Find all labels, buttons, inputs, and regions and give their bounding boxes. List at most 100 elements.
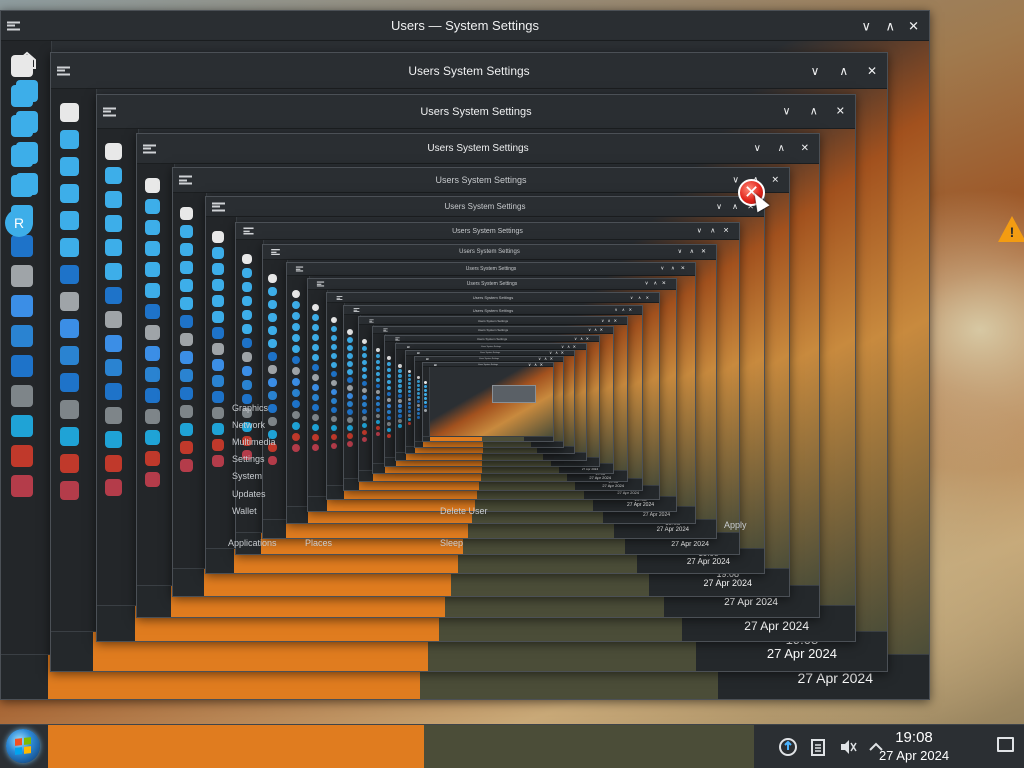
- nested-task-button: [483, 442, 531, 447]
- sidebar-icon: [312, 444, 319, 451]
- maximize-button: ∧: [621, 307, 625, 312]
- sidebar-icon: [11, 235, 33, 257]
- sidebar-icon: [145, 241, 160, 256]
- nested-clock-date: 27 Apr 2024: [589, 475, 611, 481]
- nested-window-title: Users System Settings: [427, 143, 529, 154]
- task-button[interactable]: [424, 725, 754, 768]
- sidebar-icon: [60, 346, 79, 365]
- sidebar-icon: [145, 325, 160, 340]
- nested-titlebar: Users System Settings∨∧✕: [327, 293, 659, 303]
- sidebar-icon: [417, 416, 420, 419]
- network-icon[interactable]: [778, 737, 798, 757]
- window-menu-icon[interactable]: [7, 21, 20, 30]
- sidebar-icon: [212, 263, 224, 275]
- apps-icon[interactable]: [16, 173, 38, 195]
- avatar[interactable]: R: [5, 209, 33, 237]
- sidebar-icon: [105, 335, 122, 352]
- sidebar-icon: [105, 455, 122, 472]
- window-titlebar[interactable]: Users — System Settings ∨ ∧ ✕: [1, 11, 929, 41]
- sidebar-icon: [312, 384, 319, 391]
- sidebar-icon: [242, 352, 252, 362]
- close-button: ✕: [700, 249, 706, 255]
- window-menu-icon: [336, 295, 343, 300]
- sidebar-icon: [424, 389, 427, 392]
- sidebar-icon: [105, 407, 122, 424]
- sidebar-icon: [60, 481, 79, 500]
- nested-task-button: [415, 447, 483, 453]
- maximize-button: ∧: [670, 265, 675, 272]
- minimize-button[interactable]: ∨: [861, 19, 871, 32]
- sidebar-icon: [408, 406, 411, 409]
- sidebar-icon: [180, 387, 193, 400]
- sidebar-icon: [331, 362, 337, 368]
- sidebar-icon: [424, 405, 427, 408]
- nested-clock-date: 27 Apr 2024: [797, 669, 873, 686]
- maximize-button: ∧: [544, 356, 547, 361]
- sidebar-icon: [60, 103, 79, 122]
- minimize-button: ∨: [630, 294, 633, 300]
- sidebar-icon: [145, 472, 160, 487]
- nested-sidebar-item: Settings: [232, 454, 265, 464]
- volume-muted-icon[interactable]: [838, 737, 858, 757]
- minimize-button: ∨: [782, 105, 791, 117]
- sidebar-icon: [60, 157, 79, 176]
- sidebar-icon: [105, 167, 122, 184]
- nested-titlebar: Users System Settings∨∧✕: [308, 279, 676, 290]
- sidebar-icon: [398, 389, 402, 393]
- window-menu-icon: [417, 352, 420, 354]
- sidebar-icon: [398, 374, 402, 378]
- close-button: ✕: [800, 142, 809, 154]
- accessibility-icon[interactable]: [16, 142, 38, 164]
- sidebar-icon: [387, 398, 391, 402]
- minimize-button: ∨: [549, 350, 552, 355]
- maximize-button: ∧: [777, 142, 785, 154]
- home-icon[interactable]: [16, 49, 38, 71]
- sidebar-icon: [60, 184, 79, 203]
- sidebar-icon: [60, 400, 79, 419]
- sidebar-icon: [180, 225, 193, 238]
- sidebar-icon: [362, 374, 367, 379]
- window-sidebar: [51, 89, 97, 671]
- sidebar-icon: [180, 261, 193, 274]
- sidebar-icon: [347, 401, 353, 407]
- close-button: ✕: [680, 265, 685, 272]
- sidebar-icon: [362, 346, 367, 351]
- sidebar-icon: [312, 344, 319, 351]
- users-icon[interactable]: [16, 80, 38, 102]
- sidebar-icon: [242, 380, 252, 390]
- sidebar-icon: [387, 368, 391, 372]
- clock-time[interactable]: 19:08: [864, 729, 964, 746]
- window-menu-icon: [212, 202, 225, 211]
- window-sidebar: [1, 41, 52, 699]
- sidebar-icon: [387, 386, 391, 390]
- nested-task-button: [430, 437, 483, 441]
- nested-titlebar: Users System Settings∨∧✕: [236, 223, 739, 240]
- close-button[interactable]: ✕: [908, 19, 919, 32]
- nested-titlebar: Users System Settings∨∧✕: [359, 317, 627, 325]
- sidebar-icon: [347, 329, 353, 335]
- clock-date[interactable]: 27 Apr 2024: [864, 748, 964, 763]
- sidebar-icon: [145, 367, 160, 382]
- active-task-button[interactable]: [48, 725, 424, 768]
- sidebar-icon: [424, 397, 427, 400]
- sidebar-icon: [398, 404, 402, 408]
- maximize-button[interactable]: ∧: [885, 19, 895, 32]
- clipboard-icon[interactable]: [808, 737, 828, 757]
- sidebar-icon: [212, 407, 224, 419]
- sidebar-icon: [362, 423, 367, 428]
- sidebar-icon: [268, 274, 277, 283]
- sidebar-icon: [362, 416, 367, 421]
- sidebar-icon: [105, 239, 122, 256]
- sidebar-icon: [292, 444, 300, 452]
- sidebar-icon: [242, 366, 252, 376]
- minimize-button: ∨: [561, 343, 564, 349]
- sidebar-icon: [408, 414, 411, 417]
- sidebar-icon: [362, 430, 367, 435]
- start-menu-button[interactable]: [6, 729, 40, 763]
- sidebar-icon: [376, 360, 380, 364]
- sidebar-icon: [387, 434, 391, 438]
- nested-clock-date: 27 Apr 2024: [602, 483, 624, 489]
- sidebar-icon: [376, 402, 380, 406]
- show-desktop-button[interactable]: [997, 737, 1014, 752]
- chat-icon[interactable]: [16, 111, 38, 133]
